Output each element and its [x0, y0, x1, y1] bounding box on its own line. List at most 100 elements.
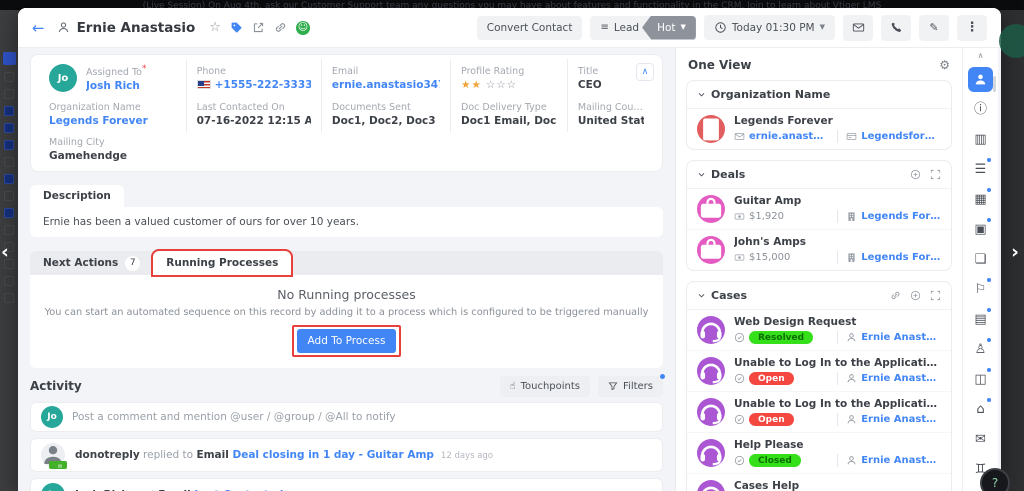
- notification-dot: [987, 218, 991, 222]
- related-record-item[interactable]: Cases HelpClosedErnie Anastasio: [687, 474, 951, 491]
- call-button[interactable]: [881, 14, 911, 41]
- headset-icon: [697, 398, 725, 426]
- section-title: Cases: [711, 289, 748, 302]
- related-record-title: Guitar Amp: [734, 195, 802, 207]
- tab-description[interactable]: Description: [30, 185, 124, 208]
- chat-bubble[interactable]: [999, 24, 1024, 58]
- meta-divider: [837, 454, 839, 467]
- one-view-title: One View: [688, 58, 752, 72]
- help-button[interactable]: ?: [980, 468, 1010, 491]
- expand-icon[interactable]: [930, 290, 941, 301]
- meta-divider: [837, 210, 839, 223]
- previous-record-arrow[interactable]: ‹: [1, 243, 9, 262]
- sentiment-smiley-icon[interactable]: ☺: [295, 20, 310, 35]
- calendar-icon[interactable]: ▦: [963, 184, 998, 214]
- star-icon[interactable]: ☆: [209, 21, 221, 34]
- background-nav-menu: [2, 52, 16, 65]
- record-meta-link[interactable]: Legends Forever: [861, 211, 941, 222]
- record-meta-link[interactable]: Ernie Anastasio: [861, 455, 941, 466]
- record-meta-text[interactable]: ernie.anastasio3478@...: [749, 131, 829, 142]
- comment-composer[interactable]: Jo Post a comment and mention @user / @g…: [30, 402, 663, 433]
- person-icon: [846, 414, 857, 425]
- envelope-icon: [852, 21, 865, 34]
- field-label: Mailing City: [49, 137, 105, 149]
- touchpoints-button[interactable]: ☝ Touchpoints: [499, 375, 591, 397]
- campaigns-icon[interactable]: ⚐: [963, 274, 998, 304]
- record-meta-link[interactable]: Ernie Anastasio: [861, 414, 941, 425]
- related-record-item[interactable]: Unable to Log In to the Application Open E…: [687, 392, 951, 433]
- record-meta-link[interactable]: Legendsforever.co...: [861, 131, 941, 142]
- field-value[interactable]: ernie.anastasio3478...: [332, 79, 440, 91]
- check-icon: [734, 373, 745, 384]
- email-button[interactable]: [843, 14, 873, 41]
- edit-button[interactable]: ✎: [919, 14, 949, 41]
- link-records-icon[interactable]: [890, 290, 901, 301]
- section-header-deals[interactable]: Deals: [687, 161, 951, 189]
- lead-status-dropdown[interactable]: Hot ▼: [642, 15, 696, 40]
- external-link-icon[interactable]: [252, 21, 265, 34]
- tab-running-processes[interactable]: Running Processes: [151, 249, 294, 278]
- field-value[interactable]: Josh Rich: [86, 80, 146, 92]
- inbox-icon[interactable]: ✉: [963, 424, 998, 454]
- schedule-dropdown[interactable]: Today 01:30 PM ▼: [703, 15, 835, 40]
- details-icon[interactable]: ⓘ: [963, 94, 998, 124]
- lead-stage-button[interactable]: ≡ Lead: [590, 15, 650, 40]
- record-meta-right: Legends Forever: [846, 252, 941, 263]
- related-record-item[interactable]: Guitar Amp $1,920 Legends Forever: [687, 189, 951, 230]
- record-meta-link[interactable]: Ernie Anastasio: [861, 332, 941, 343]
- widget-icon-strip: ∧ ⓘ ▥ ☰ ▦ ▣ ❏ ⚐ ▤ ♙ ◫ ⌂ ✉ ♊: [962, 48, 998, 491]
- summary-row: Jo Assigned To* Josh Rich Phone +1555-222-33…: [39, 59, 654, 98]
- related-record-item[interactable]: John's Amps $15,000 Legends Forever: [687, 230, 951, 270]
- summary-field-mailing-city: Mailing City Gamehendge: [39, 132, 187, 167]
- service-desk-icon[interactable]: ♙: [963, 334, 998, 364]
- summary-field-doc-delivery-type: Doc Delivery TypeDoc1 Email, Doc2 Postal…: [451, 97, 568, 133]
- add-to-process-button[interactable]: Add To Process: [296, 329, 397, 354]
- field-value-text: ernie.anastasio3478...: [331, 78, 440, 91]
- one-view-icon: [974, 73, 987, 86]
- feed-segment[interactable]: Deal closing in 1 day - Guitar Amp: [229, 449, 433, 461]
- gear-icon[interactable]: ⚙: [939, 59, 950, 71]
- expand-icon[interactable]: [930, 169, 941, 180]
- notification-dot: [987, 398, 991, 402]
- scroll-up-icon[interactable]: ∧: [978, 51, 984, 60]
- tab-next-actions[interactable]: Next Actions 7: [30, 251, 153, 275]
- add-record-icon[interactable]: [910, 290, 921, 301]
- background-nav-item: [4, 106, 14, 116]
- link-icon[interactable]: [274, 21, 287, 34]
- documents-icon[interactable]: ❏: [963, 244, 998, 274]
- related-record-item[interactable]: Web Design Request Resolved Ernie Anastasi…: [687, 310, 951, 351]
- record-meta-left: Open: [734, 413, 829, 426]
- section-actions: [890, 290, 941, 301]
- record-meta-left: Closed: [734, 454, 829, 467]
- section-header-organization[interactable]: Organization Name: [687, 81, 951, 109]
- profile-rating-stars[interactable]: ★★ ☆☆☆: [461, 79, 524, 91]
- strip-scrollbar[interactable]: [993, 76, 996, 92]
- field-value[interactable]: +1555-222-3333: [196, 79, 311, 91]
- filters-button[interactable]: Filters: [598, 373, 665, 397]
- convert-contact-button[interactable]: Convert Contact: [476, 15, 583, 40]
- field-value-text: Doc1, Doc2, Doc3: [331, 115, 436, 128]
- collapse-summary-button[interactable]: ∧: [636, 63, 654, 81]
- background-nav-item: [4, 140, 14, 150]
- checklist-icon[interactable]: ▤: [963, 304, 998, 334]
- record-meta-link[interactable]: Ernie Anastasio: [861, 373, 941, 384]
- next-record-arrow[interactable]: ›: [1011, 243, 1019, 262]
- feed-text: donotreply replied to Email Deal closing…: [75, 449, 493, 461]
- back-arrow-icon[interactable]: ←: [32, 19, 45, 37]
- tag-icon[interactable]: [230, 21, 243, 34]
- related-record-item[interactable]: Legends Forever ernie.anastasio3478@... Le…: [687, 109, 951, 149]
- related-record-item[interactable]: Unable to Log In to the Application Open E…: [687, 351, 951, 392]
- add-record-icon[interactable]: [910, 169, 921, 180]
- related-record-item[interactable]: Help Please Closed Ernie Anastasio: [687, 433, 951, 474]
- more-actions-button[interactable]: ⋮: [957, 14, 987, 41]
- company-icon[interactable]: ⌂: [963, 394, 998, 424]
- record-meta-link[interactable]: Legends Forever: [861, 252, 941, 263]
- background-nav-item: [4, 123, 14, 133]
- field-value[interactable]: Legends Forever: [49, 115, 148, 127]
- record-meta-left: $15,000: [734, 252, 829, 263]
- briefcase-icon[interactable]: ▣: [963, 214, 998, 244]
- analytics-icon[interactable]: ▥: [963, 124, 998, 154]
- products-icon[interactable]: ◫: [963, 364, 998, 394]
- next-actions-icon[interactable]: ☰: [963, 154, 998, 184]
- section-header-cases[interactable]: Cases: [687, 282, 951, 310]
